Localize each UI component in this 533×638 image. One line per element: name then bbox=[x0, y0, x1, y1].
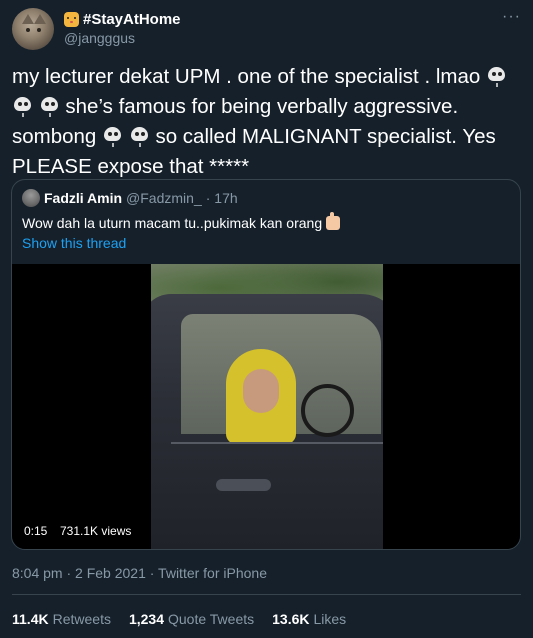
skull-icon bbox=[40, 97, 59, 116]
display-name-row[interactable]: #StayAtHome bbox=[64, 10, 181, 29]
quoted-avatar[interactable] bbox=[22, 189, 40, 207]
video-views: 731.1K views bbox=[60, 524, 132, 538]
tweet-text-line1: my lecturer dekat UPM . one of the speci… bbox=[12, 65, 481, 88]
tweet-text-line4: PLEASE expose that ***** bbox=[12, 155, 250, 178]
thumbs-up-icon bbox=[326, 212, 341, 230]
retweets-count: 11.4K bbox=[12, 611, 49, 627]
quoted-name[interactable]: Fadzli Amin bbox=[44, 190, 122, 206]
tweet-text: my lecturer dekat UPM . one of the speci… bbox=[12, 62, 521, 182]
quoted-text: Wow dah la uturn macam tu..pukimak kan o… bbox=[22, 215, 323, 231]
quoted-text-row: Wow dah la uturn macam tu..pukimak kan o… bbox=[22, 212, 341, 232]
quoted-header: Fadzli Amin @Fadzmin_ · 17h bbox=[22, 189, 238, 207]
quoted-time[interactable]: · 17h bbox=[206, 190, 238, 206]
quote-tweets-stat[interactable]: 1,234 Quote Tweets bbox=[129, 611, 254, 627]
quote-tweets-label: Quote Tweets bbox=[168, 611, 255, 627]
likes-stat[interactable]: 13.6K Likes bbox=[272, 611, 346, 627]
likes-label: Likes bbox=[313, 611, 347, 627]
video-player[interactable]: 0:15 731.1K views bbox=[12, 264, 520, 549]
avatar[interactable] bbox=[12, 8, 54, 50]
show-thread-link[interactable]: Show this thread bbox=[22, 234, 126, 252]
engagement-stats: 11.4K Retweets 1,234 Quote Tweets 13.6K Lik… bbox=[12, 611, 346, 627]
tweet-header: #StayAtHome @jangggus ··· bbox=[12, 8, 521, 52]
tweet-text-line3b: so called MALIGNANT specialist. Yes bbox=[155, 125, 496, 148]
quoted-tweet[interactable]: Fadzli Amin @Fadzmin_ · 17h Wow dah la u… bbox=[11, 179, 521, 550]
video-duration: 0:15 bbox=[24, 524, 48, 538]
skull-icon bbox=[13, 97, 32, 116]
display-name[interactable]: #StayAtHome bbox=[83, 10, 181, 29]
tweet-timestamp[interactable]: 8:04 pm · 2 Feb 2021 · Twitter for iPhon… bbox=[12, 565, 267, 581]
retweets-label: Retweets bbox=[52, 611, 111, 627]
quoted-handle[interactable]: @Fadzmin_ bbox=[126, 190, 202, 206]
more-icon[interactable]: ··· bbox=[502, 9, 521, 25]
tweet-text-line3a: sombong bbox=[12, 125, 97, 148]
retweets-stat[interactable]: 11.4K Retweets bbox=[12, 611, 111, 627]
handle[interactable]: @jangggus bbox=[64, 29, 181, 47]
quote-tweets-count: 1,234 bbox=[128, 611, 164, 627]
tiger-icon bbox=[64, 12, 79, 27]
skull-icon bbox=[130, 127, 149, 146]
skull-icon bbox=[103, 127, 122, 146]
divider bbox=[12, 594, 521, 595]
tweet-text-line2: she’s famous for being verbally aggressi… bbox=[65, 95, 459, 118]
video-thumbnail bbox=[151, 264, 383, 549]
skull-icon bbox=[487, 67, 506, 86]
likes-count: 13.6K bbox=[272, 611, 310, 627]
author-names: #StayAtHome @jangggus bbox=[64, 10, 181, 47]
